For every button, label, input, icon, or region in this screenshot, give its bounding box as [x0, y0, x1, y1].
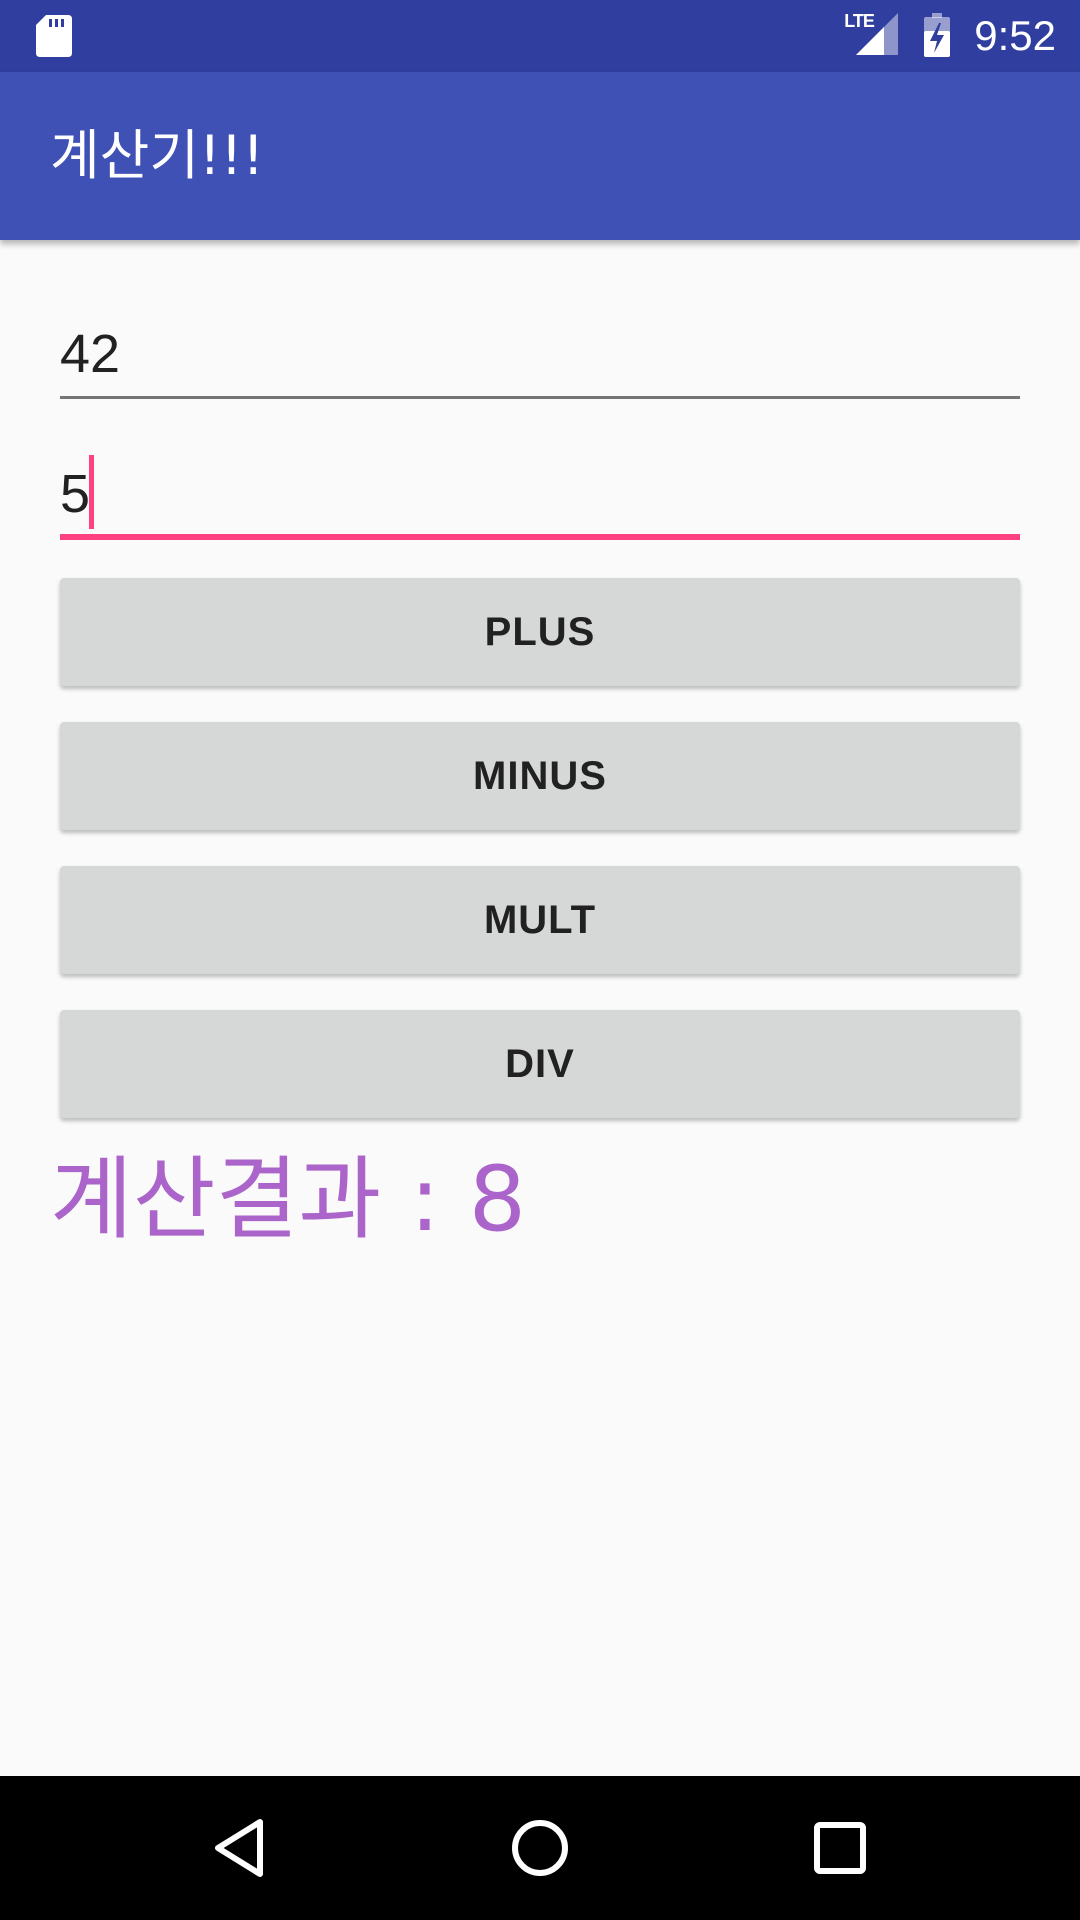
div-button[interactable]: DIV	[60, 1010, 1020, 1118]
second-number-value[interactable]: 5	[60, 462, 90, 526]
result-text: 계산결과 : 8	[50, 1147, 526, 1252]
first-number-field[interactable]: 42	[60, 318, 1020, 400]
recents-button[interactable]	[760, 1776, 920, 1920]
lte-signal-icon: LTE	[844, 11, 904, 59]
back-button[interactable]	[160, 1776, 320, 1920]
sd-card-icon	[36, 15, 72, 57]
app-title: 계산기!!!	[50, 124, 264, 187]
mult-button[interactable]: MULT	[60, 866, 1020, 974]
first-number-underline	[60, 396, 1020, 399]
battery-charging-icon	[924, 13, 951, 57]
status-clock: 9:52	[974, 12, 1056, 59]
plus-button[interactable]: PLUS	[60, 578, 1020, 686]
first-number-value[interactable]: 42	[60, 322, 120, 386]
app-bar: 계산기!!!	[0, 72, 1080, 240]
back-icon	[215, 1819, 263, 1877]
recents-icon	[814, 1822, 866, 1874]
navigation-bar	[0, 1776, 1080, 1920]
status-icons: LTE 9:52	[844, 0, 1056, 72]
text-cursor	[89, 455, 94, 529]
home-icon	[512, 1820, 568, 1876]
minus-button[interactable]: MINUS	[60, 722, 1020, 830]
second-number-field[interactable]: 5	[60, 452, 1020, 540]
home-button[interactable]	[460, 1776, 620, 1920]
status-bar: LTE 9:52	[0, 0, 1080, 72]
second-number-underline	[60, 534, 1020, 540]
